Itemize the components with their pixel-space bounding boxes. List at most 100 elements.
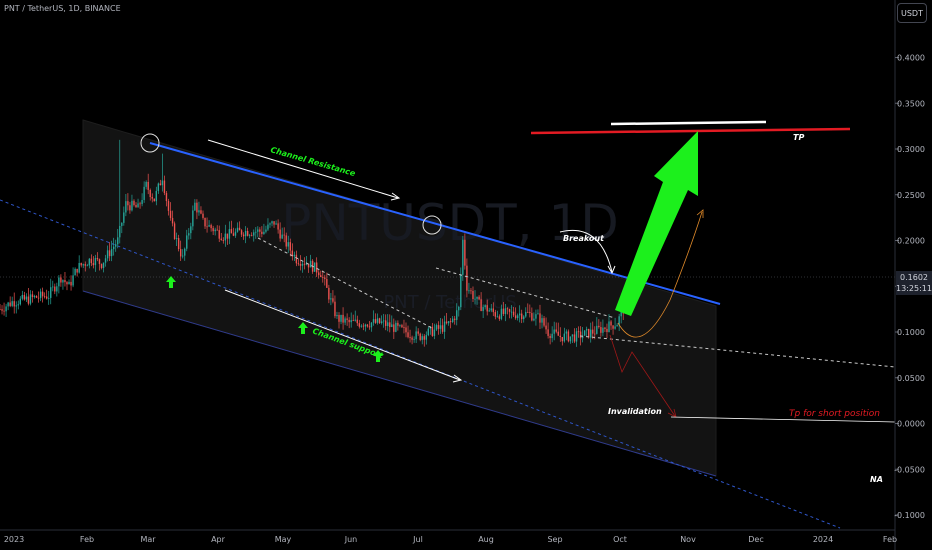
candle-body: [498, 316, 501, 319]
candle-body: [39, 291, 42, 298]
candle-body: [1, 309, 3, 311]
candle-body: [486, 305, 488, 312]
y-tick-label: 0.2000: [897, 237, 925, 246]
candle-body: [472, 291, 474, 299]
x-tick-label: Feb: [80, 535, 94, 544]
candle-body: [529, 312, 531, 314]
candle-body: [92, 263, 95, 266]
candle-body: [435, 325, 438, 330]
x-tick-label: 2023: [4, 535, 24, 544]
candle-body: [571, 334, 574, 337]
x-tick-label: Nov: [680, 535, 696, 544]
candle-body: [192, 210, 194, 227]
candle-body: [419, 333, 421, 340]
candle-body: [399, 325, 401, 326]
candle-body: [490, 308, 492, 311]
candle-body: [234, 231, 237, 236]
candle-body: [330, 298, 332, 300]
candle-body: [129, 205, 131, 211]
candle-body: [52, 286, 54, 288]
candle-body: [167, 201, 170, 211]
candle-body: [204, 217, 206, 227]
candle-body: [133, 200, 135, 206]
candle-body: [94, 258, 97, 266]
candle-body: [425, 335, 427, 340]
candle-body: [324, 277, 326, 280]
candle-body: [224, 233, 227, 241]
price-chart[interactable]: PNTUSDT, 1DPNT / TetherUSChannel Resista…: [0, 0, 932, 550]
candle-body: [269, 223, 271, 225]
candle-body: [466, 265, 468, 291]
candle-body: [253, 232, 255, 236]
x-tick-label: Mar: [140, 535, 156, 544]
candle-body: [41, 291, 44, 297]
candle-body: [535, 314, 537, 319]
candle-body: [151, 197, 153, 199]
candle-body: [232, 233, 235, 236]
candle-body: [141, 199, 143, 204]
candle-body: [518, 313, 521, 316]
y-tick-label: 0.3500: [897, 99, 925, 108]
candle-body: [322, 276, 324, 278]
candle-body: [72, 275, 74, 286]
candle-body: [131, 200, 133, 211]
currency-button[interactable]: USDT: [897, 3, 927, 23]
candle-body: [360, 325, 363, 327]
candle-body: [283, 234, 285, 236]
candle-body: [177, 238, 180, 250]
candle-body: [60, 277, 62, 283]
candle-body: [468, 290, 470, 292]
candle-body: [340, 314, 342, 322]
candle-body: [415, 331, 417, 340]
candle-body: [565, 331, 568, 334]
candle-body: [244, 230, 247, 237]
x-tick-label: Jul: [412, 535, 423, 544]
candle-body: [125, 201, 127, 213]
candle-body: [64, 280, 66, 283]
candle-body: [23, 294, 26, 300]
candle-body: [145, 181, 147, 187]
candle-body: [238, 227, 241, 231]
candle-body: [287, 242, 289, 247]
candle-body: [480, 299, 482, 312]
y-tick-label: -0.1000: [894, 511, 925, 520]
candle-body: [573, 334, 576, 342]
candle-body: [214, 229, 216, 232]
candle-body: [100, 264, 103, 268]
candle-body: [80, 263, 82, 266]
candle-body: [182, 255, 184, 257]
candle-body: [220, 238, 222, 241]
candle-body: [161, 180, 164, 186]
candle-body: [173, 223, 176, 239]
candle-body: [222, 240, 224, 241]
candle-body: [326, 279, 328, 288]
candle-body: [391, 324, 393, 328]
candle-body: [179, 249, 182, 257]
candle-body: [9, 302, 11, 306]
x-tick-label: Jun: [344, 535, 358, 544]
candle-body: [431, 326, 434, 336]
candle-body: [336, 315, 338, 317]
candle-body: [543, 318, 545, 326]
candle-body: [273, 221, 275, 225]
candle-body: [74, 268, 76, 276]
candle-body: [409, 337, 411, 339]
candle-body: [585, 328, 588, 331]
candle-body: [155, 190, 158, 202]
candle-body: [382, 320, 385, 322]
candle-body: [246, 230, 249, 236]
candle-body: [230, 229, 233, 234]
candle-body: [539, 313, 541, 323]
candle-body: [188, 233, 190, 236]
candle-body: [456, 310, 458, 320]
candle-body: [315, 262, 318, 273]
candle-body: [364, 324, 367, 327]
y-tick-label: 0.3000: [897, 145, 925, 154]
candle-body: [492, 308, 494, 313]
candle-body: [257, 229, 259, 232]
candle-body: [567, 331, 570, 342]
candle-body: [112, 246, 115, 250]
candle-body: [70, 281, 72, 286]
current-price-value: 0.1602: [900, 273, 928, 282]
candle-body: [242, 234, 245, 237]
